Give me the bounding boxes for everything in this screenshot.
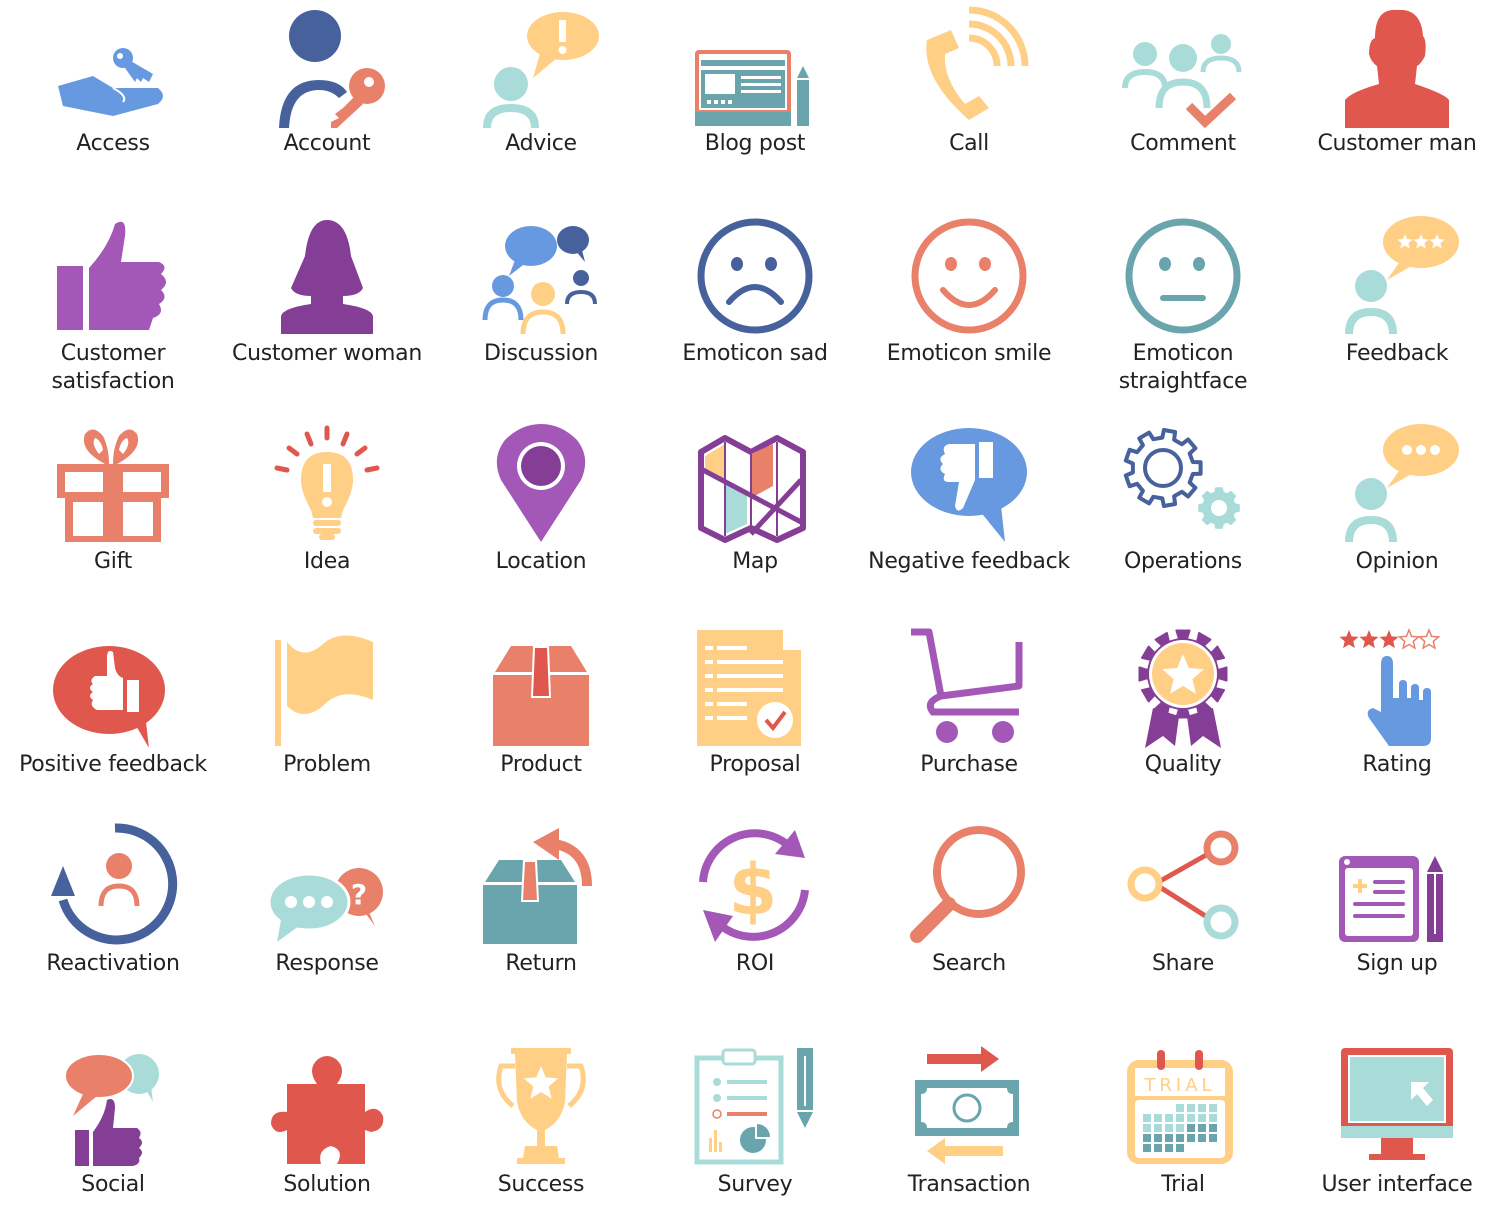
- map-pin-icon: [496, 424, 586, 542]
- icon-label: Rating: [1362, 752, 1432, 777]
- icon-label: Customer satisfaction: [51, 341, 175, 394]
- shopping-cart-icon: [911, 628, 1023, 743]
- icon-label: Customer man: [1317, 131, 1477, 156]
- group-checkmark-icon: [1122, 34, 1242, 129]
- bubbles-thumbs-up-icon: [64, 1053, 159, 1166]
- trophy-star-icon: [496, 1048, 586, 1164]
- phone-ringing-icon: [926, 6, 1029, 120]
- user-refresh-icon: [51, 823, 178, 945]
- flag-icon: [275, 635, 373, 746]
- puzzle-piece-icon: [271, 1056, 384, 1164]
- gift-box-icon: [57, 429, 169, 542]
- hand-key-icon: [58, 48, 163, 116]
- person-stars-bubble-icon: [1345, 216, 1459, 334]
- people-speech-bubbles-icon: [482, 226, 597, 335]
- smile-face-icon: [911, 218, 1027, 334]
- document-check-icon: [697, 630, 801, 746]
- calendar-trial-icon: TRIAL: [1127, 1050, 1233, 1164]
- thumbs-up-bubble-icon: [53, 646, 165, 748]
- award-ribbon-star-icon: [1138, 629, 1228, 748]
- box-return-arrow-icon: [483, 828, 592, 944]
- thumbs-up-icon: [57, 221, 166, 330]
- svg-text:TRIAL: TRIAL: [1143, 1075, 1215, 1096]
- box-icon: [493, 646, 589, 746]
- neutral-face-icon: [1125, 218, 1241, 334]
- monitor-cursor-icon: [1341, 1048, 1453, 1160]
- money-arrows-icon: [915, 1046, 1019, 1164]
- share-nodes-icon: [1127, 830, 1239, 940]
- thumbs-down-bubble-icon: [911, 428, 1027, 542]
- hand-stars-rating-icon: [1339, 628, 1441, 746]
- light-bulb-icon: [274, 425, 380, 540]
- chat-question-bubbles-icon: ?: [267, 868, 383, 942]
- icon-label: User interface: [1321, 1172, 1473, 1197]
- icon-label: Sign up: [1356, 951, 1438, 976]
- icon-label: Opinion: [1355, 549, 1439, 574]
- svg-text:?: ?: [351, 878, 367, 911]
- dollar-cycle-icon: $: [699, 829, 809, 942]
- icon-label: Feedback: [1345, 341, 1449, 366]
- sad-face-icon: [697, 218, 813, 334]
- folded-map-icon: [698, 435, 806, 543]
- person-dots-bubble-icon: [1345, 424, 1459, 542]
- clipboard-chart-pencil-icon: [694, 1048, 813, 1165]
- magnifier-icon: [910, 826, 1025, 943]
- gears-icon: [1123, 428, 1240, 529]
- woman-silhouette-icon: [281, 220, 373, 334]
- man-silhouette-icon: [1345, 9, 1449, 128]
- icon-label: Emoticon smile: [886, 341, 1052, 366]
- user-key-icon: [279, 10, 385, 128]
- form-pencil-icon: [1339, 856, 1443, 942]
- person-exclamation-bubble-icon: [483, 12, 599, 128]
- blog-screen-pencil-icon: [695, 50, 809, 126]
- svg-text:$: $: [729, 849, 778, 931]
- icon-label: Emoticon straightface: [1118, 341, 1248, 394]
